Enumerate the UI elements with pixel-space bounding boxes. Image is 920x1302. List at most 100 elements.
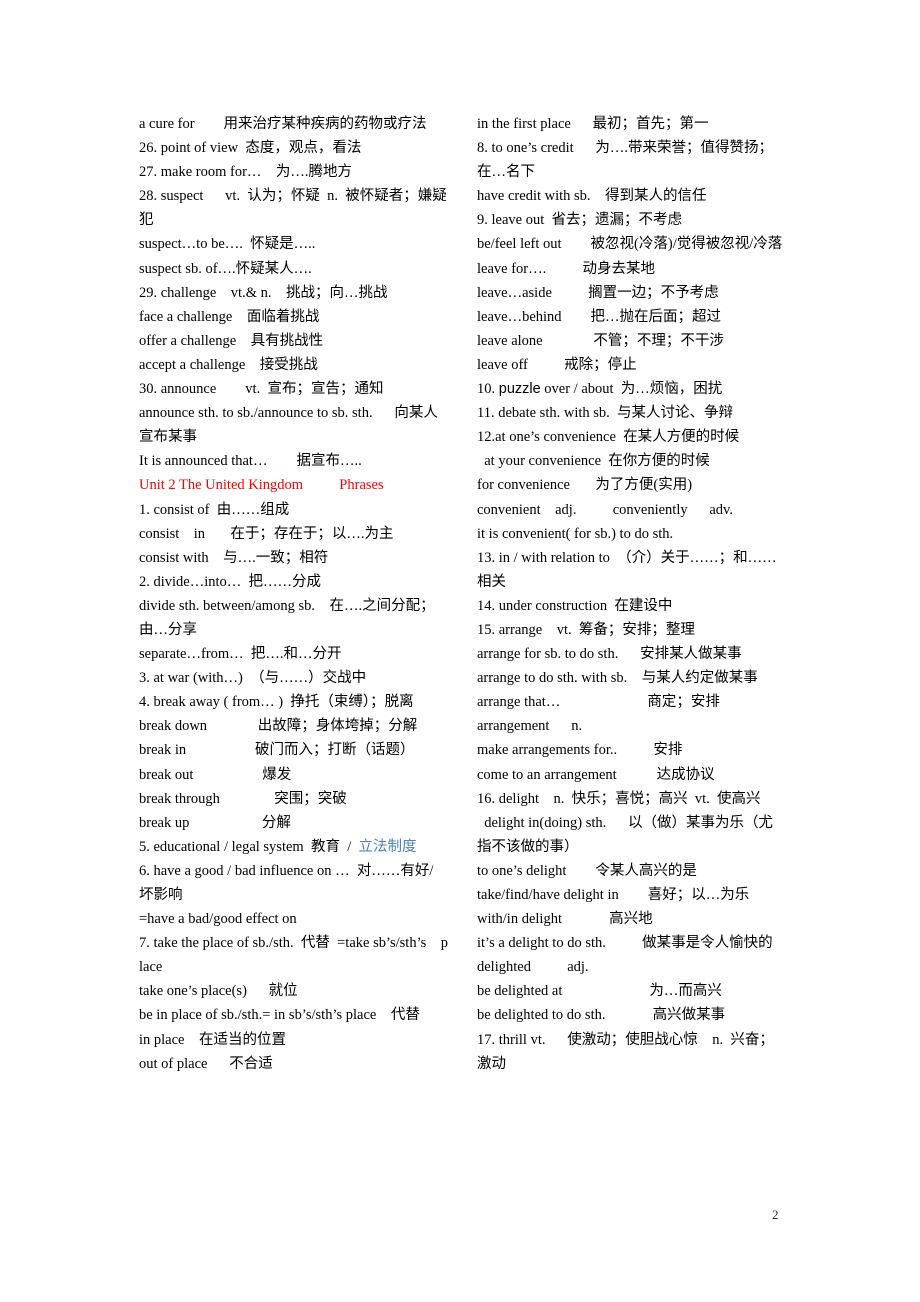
phrase-entry: 1. consist of 由……组成 xyxy=(139,498,451,522)
phrase-entry: make arrangements for.. 安排 xyxy=(477,738,787,762)
right-column: in the first place 最初；首先；第一 8. to one’s c… xyxy=(477,112,787,1076)
entry-text: come to an arrangement 达成协议 xyxy=(477,766,715,783)
phrase-entry: take one’s place(s) 就位 xyxy=(139,979,451,1003)
entry-text: break down 出故障；身体垮掉；分解 xyxy=(139,718,418,735)
highlighted-text: 立法制度 xyxy=(358,838,417,855)
phrase-entry: be delighted at 为…而高兴 xyxy=(477,979,787,1003)
phrase-entry: offer a challenge 具有挑战性 xyxy=(139,329,451,353)
entry-text: 15. arrange vt. 筹备；安排；整理 xyxy=(477,621,695,638)
phrase-entry: 11. debate sth. with sb. 与某人讨论、争辩 xyxy=(477,401,787,425)
phrase-entry: a cure for 用来治疗某种疾病的药物或疗法 xyxy=(139,112,451,136)
entry-text: 6. have a good / bad influence on … 对……有… xyxy=(139,862,441,903)
entry-text: it is convenient( for sb.) to do sth. xyxy=(477,525,674,542)
entry-text: 4. break away ( from… ) 挣托（束缚）；脱离 xyxy=(139,694,414,711)
phrase-entry: 5. educational / legal system 教育 / 立法制度 xyxy=(139,835,451,859)
phrase-entry: It is announced that… 据宣布….. xyxy=(139,449,451,473)
entry-text: in place 在适当的位置 xyxy=(139,1031,286,1048)
phrase-entry: out of place 不合适 xyxy=(139,1052,451,1076)
entry-text: 2. divide…into… 把……分成 xyxy=(139,573,322,590)
phrase-entry: in the first place 最初；首先；第一 xyxy=(477,112,787,136)
phrase-entry: arrange that… 商定；安排 xyxy=(477,690,787,714)
phrase-entry: 3. at war (with…) （与……）交战中 xyxy=(139,666,451,690)
phrase-entry: for convenience 为了方便(实用) xyxy=(477,473,787,497)
entry-text: in the first place 最初；首先；第一 xyxy=(477,116,709,132)
document-page: a cure for 用来治疗某种疾病的药物或疗法 26. point of vi… xyxy=(0,0,920,1302)
phrase-entry: delight in(doing) sth. 以（做）某事为乐（尤指不该做的事） xyxy=(477,811,787,859)
phrase-entry: suspect sb. of….怀疑某人…. xyxy=(139,257,451,281)
phrase-entry: divide sth. between/among sb. 在….之间分配；由…… xyxy=(139,594,451,642)
phrase-entry: leave alone 不管；不理；不干涉 xyxy=(477,329,787,353)
entry-text: 16. delight n. 快乐；喜悦；高兴 vt. 使高兴 xyxy=(477,790,761,807)
phrase-entry: 7. take the place of sb./sth. 代替 =take s… xyxy=(139,931,451,979)
entry-text: it’s a delight to do sth. 做某事是令人愉快的 xyxy=(477,935,773,952)
phrase-entry: arrange to do sth. with sb. 与某人约定做某事 xyxy=(477,666,787,690)
entry-text: delighted adj. xyxy=(477,959,589,976)
left-column: a cure for 用来治疗某种疾病的药物或疗法 26. point of vi… xyxy=(139,112,451,1076)
sans-word: puzzle xyxy=(498,381,541,398)
entry-text: 17. thrill vt. 使激动；使胆战心惊 n. 兴奋；激动 xyxy=(477,1031,774,1072)
phrase-entry: 29. challenge vt.& n. 挑战；向…挑战 xyxy=(139,281,451,305)
phrase-entry: break up 分解 xyxy=(139,811,451,835)
entry-text: consist in 在于；存在于；以….为主 xyxy=(139,525,394,542)
phrase-entry: 16. delight n. 快乐；喜悦；高兴 vt. 使高兴 xyxy=(477,787,787,811)
entry-text: leave…behind 把…抛在后面；超过 xyxy=(477,308,722,325)
entry-text: take one’s place(s) 就位 xyxy=(139,983,298,1000)
entry-text: 29. challenge vt.& n. 挑战；向…挑战 xyxy=(139,284,388,301)
entry-text: convenient adj. conveniently adv. xyxy=(477,501,733,518)
entry-rest: over / about 为…烦恼，困扰 xyxy=(540,381,723,398)
phrase-entry: delighted adj. xyxy=(477,955,787,979)
phrase-entry: come to an arrangement 达成协议 xyxy=(477,763,787,787)
entry-text: have credit with sb. 得到某人的信任 xyxy=(477,188,707,205)
phrase-entry: arrange for sb. to do sth. 安排某人做某事 xyxy=(477,642,787,666)
entry-text: offer a challenge 具有挑战性 xyxy=(139,332,324,349)
entry-text: 10. xyxy=(477,381,499,398)
entry-text: announce sth. to sb./announce to sb. sth… xyxy=(139,405,438,446)
phrase-entry: face a challenge 面临着挑战 xyxy=(139,305,451,329)
entry-text: with/in delight 高兴地 xyxy=(477,911,653,928)
phrase-entry: with/in delight 高兴地 xyxy=(477,907,787,931)
entry-text: suspect sb. of….怀疑某人…. xyxy=(139,260,312,277)
phrase-entry: separate…from… 把….和…分开 xyxy=(139,642,451,666)
entry-text: 9. leave out 省去；遗漏；不考虑 xyxy=(477,212,682,229)
phrase-entry: be/feel left out 被忽视(冷落)/觉得被忽视/冷落 xyxy=(477,232,787,256)
phrase-entry: 26. point of view 态度，观点，看法 xyxy=(139,136,451,160)
entry-text: arrange for sb. to do sth. 安排某人做某事 xyxy=(477,646,742,663)
phrase-entry: leave off 戒除；停止 xyxy=(477,353,787,377)
entry-text: It is announced that… 据宣布….. xyxy=(139,453,362,470)
entry-text: arrangement n. xyxy=(477,718,583,735)
phrase-entry: consist in 在于；存在于；以….为主 xyxy=(139,522,451,546)
entry-text: =have a bad/good effect on xyxy=(139,911,297,928)
entry-text: 11. debate sth. with sb. 与某人讨论、争辩 xyxy=(477,405,734,422)
entry-text: take/find/have delight in 喜好；以…为乐 xyxy=(477,887,750,903)
entry-text: delight in(doing) sth. 以（做）某事为乐（尤指不该做的事） xyxy=(477,814,774,855)
entry-text: 13. in / with relation to （介）关于……；和……相关 xyxy=(477,549,777,590)
entry-text: 28. suspect vt. 认为；怀疑 n. 被怀疑者；嫌疑犯 xyxy=(139,188,447,229)
phrase-entry: break out 爆发 xyxy=(139,763,451,787)
entry-text: break up 分解 xyxy=(139,814,291,831)
phrase-entry: consist with 与….一致；相符 xyxy=(139,546,451,570)
phrase-entry: have credit with sb. 得到某人的信任 xyxy=(477,184,787,208)
entry-text: break through 突围；突破 xyxy=(139,790,347,807)
entry-text: 26. point of view 态度，观点，看法 xyxy=(139,140,362,157)
phrase-entry: 15. arrange vt. 筹备；安排；整理 xyxy=(477,618,787,642)
entry-text: Unit 2 The United Kingdom Phrases xyxy=(139,477,384,494)
phrase-entry: 28. suspect vt. 认为；怀疑 n. 被怀疑者；嫌疑犯 xyxy=(139,184,451,232)
phrase-entry: at your convenience 在你方便的时候 xyxy=(477,449,787,473)
phrase-entry: 12.at one’s convenience 在某人方便的时候 xyxy=(477,425,787,449)
phrase-entry: 4. break away ( from… ) 挣托（束缚）；脱离 xyxy=(139,690,451,714)
phrase-entry: 27. make room for… 为….腾地方 xyxy=(139,160,451,184)
phrase-entry: break down 出故障；身体垮掉；分解 xyxy=(139,714,451,738)
entry-text: leave…aside 搁置一边；不予考虑 xyxy=(477,284,719,301)
entry-text: leave for…. 动身去某地 xyxy=(477,260,655,277)
entry-text: 8. to one’s credit 为….带来荣誉；值得赞扬；在…名下 xyxy=(477,140,774,181)
entry-text: consist with 与….一致；相符 xyxy=(139,549,329,566)
entry-text: out of place 不合适 xyxy=(139,1055,273,1072)
phrase-entry: suspect…to be…. 怀疑是….. xyxy=(139,232,451,256)
entry-text: leave off 戒除；停止 xyxy=(477,356,637,373)
entry-text: separate…from… 把….和…分开 xyxy=(139,646,342,663)
entry-text: a cure for 用来治疗某种疾病的药物或疗法 xyxy=(139,116,427,132)
phrase-entry: it is convenient( for sb.) to do sth. xyxy=(477,522,787,546)
page-number: 2 xyxy=(772,1207,779,1222)
entry-text: 14. under construction 在建设中 xyxy=(477,597,673,614)
phrase-entry: =have a bad/good effect on xyxy=(139,907,451,931)
